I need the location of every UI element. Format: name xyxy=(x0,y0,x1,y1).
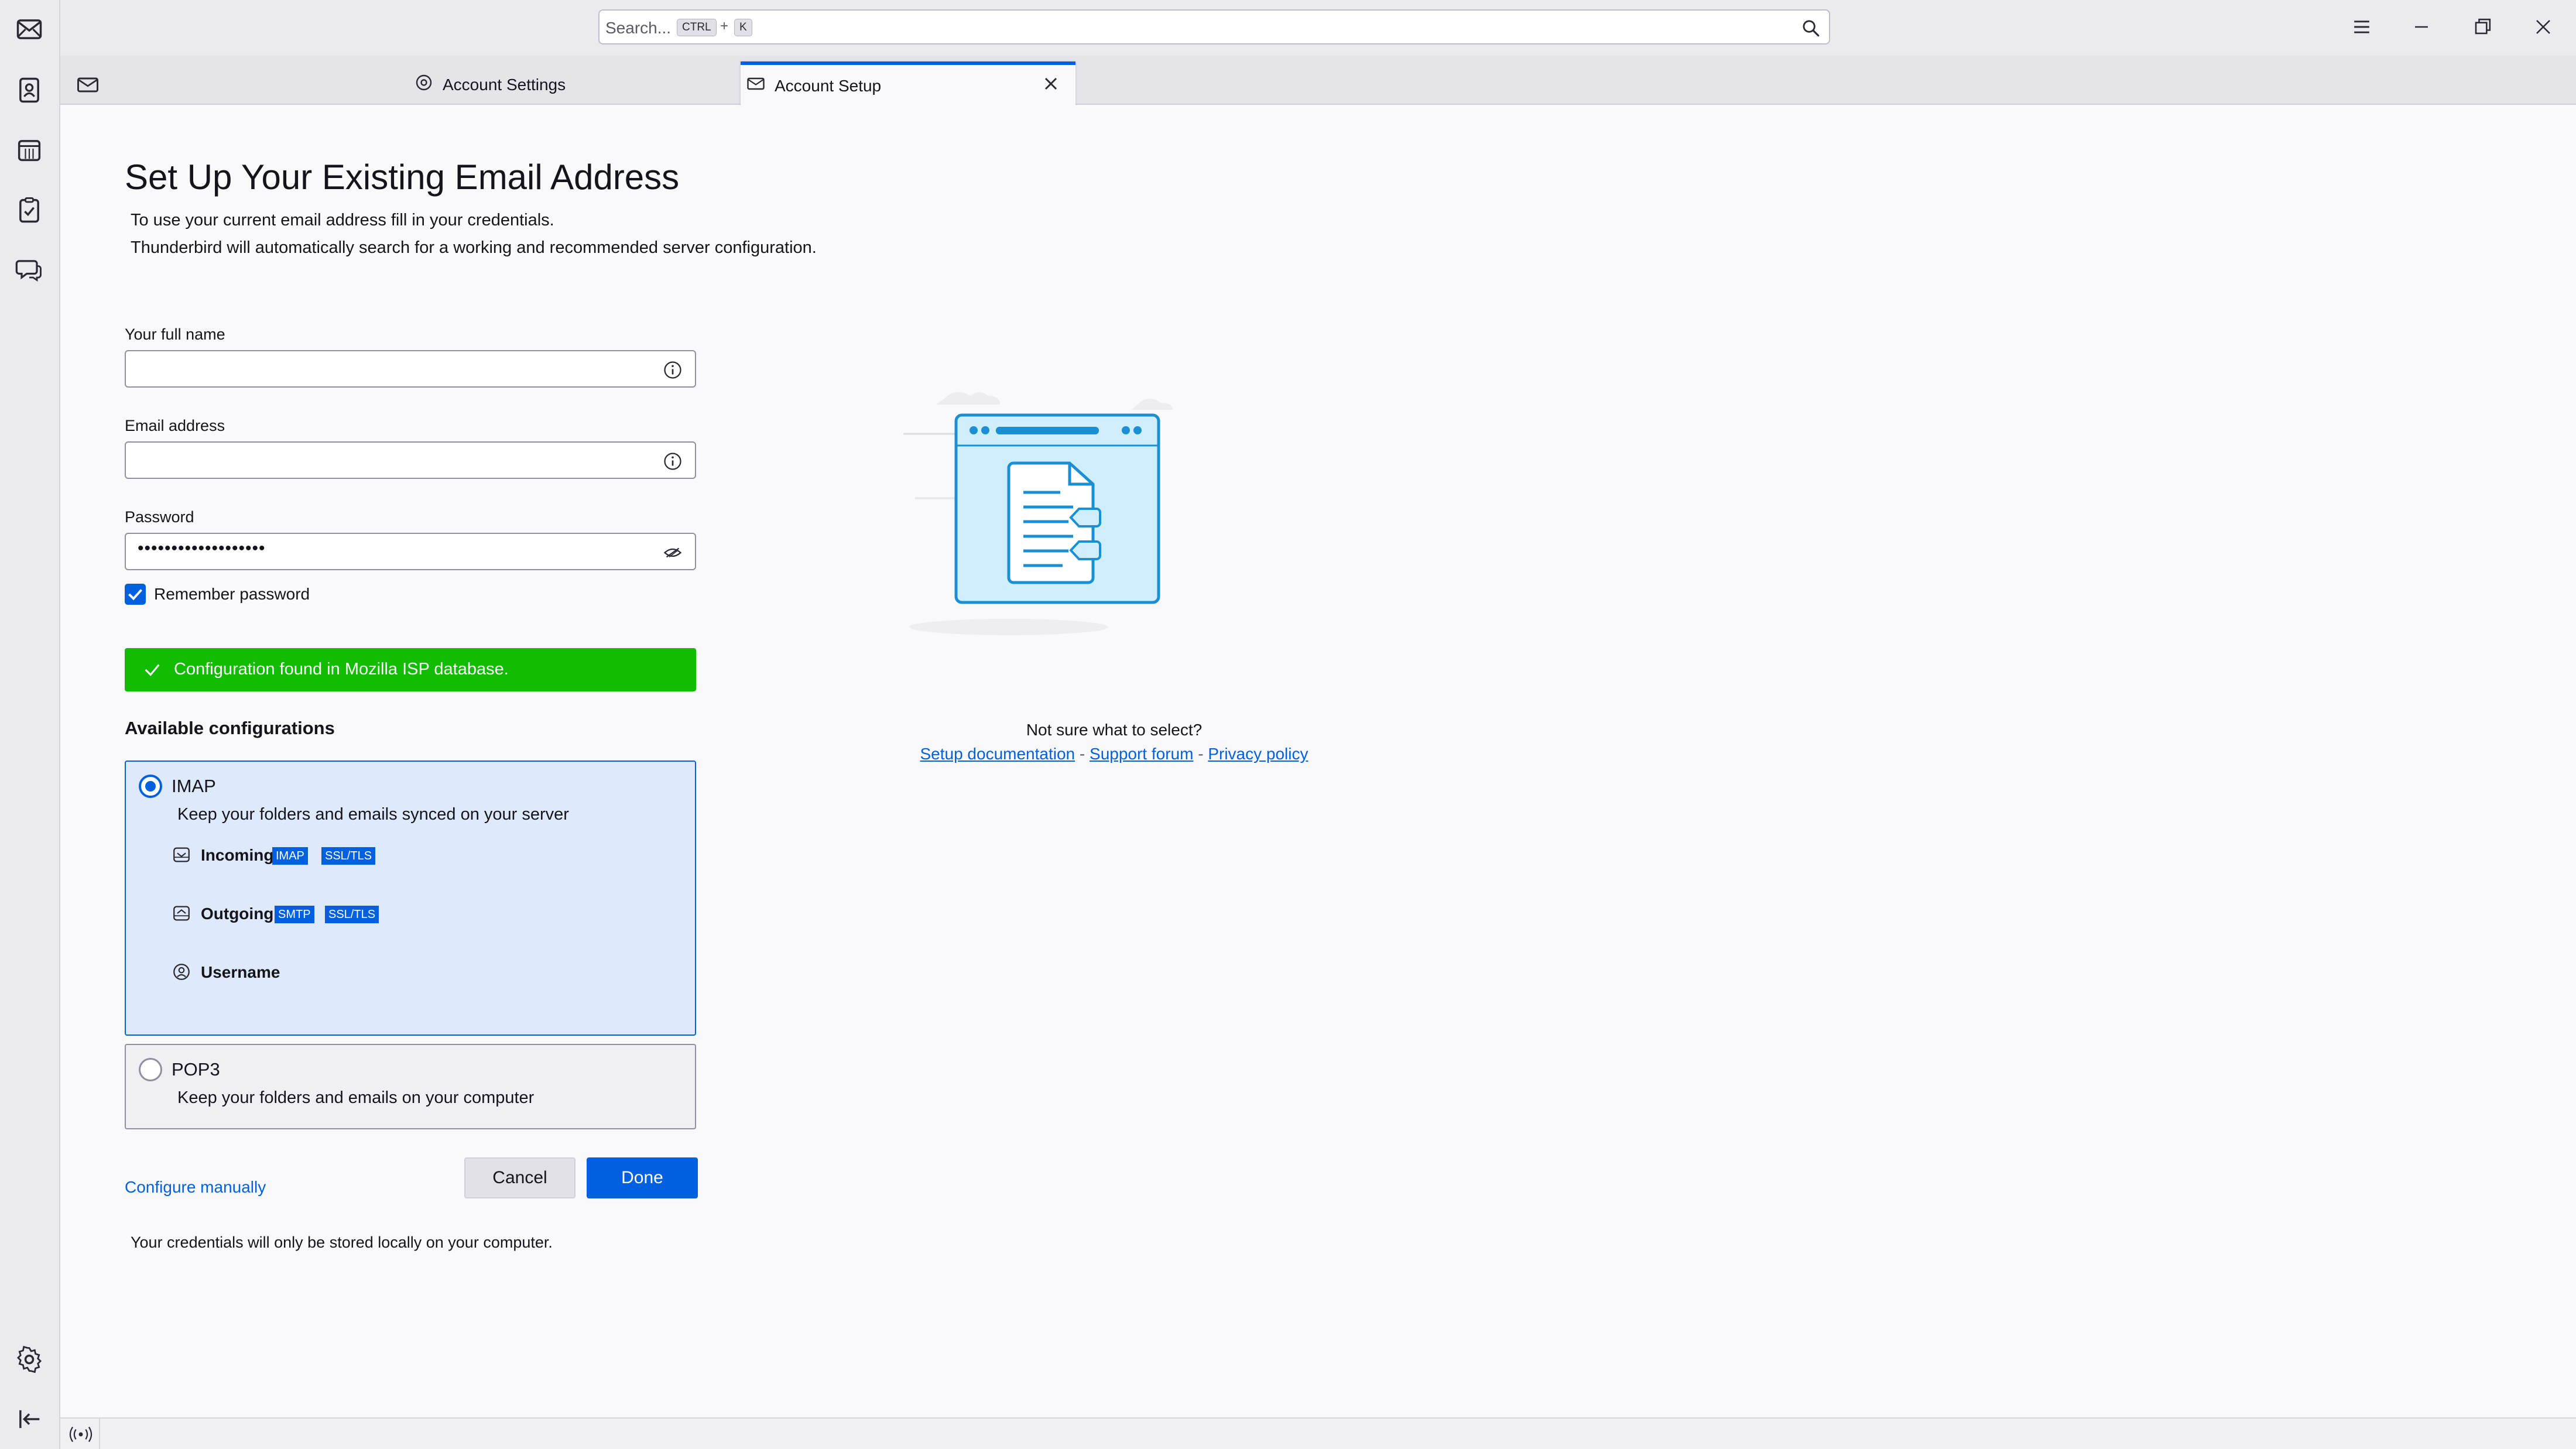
show-password-icon[interactable] xyxy=(662,542,683,563)
tab-account-setup[interactable]: Account Setup xyxy=(741,61,1075,106)
pop3-config-option[interactable]: POP3 Keep your folders and emails on you… xyxy=(125,1044,696,1129)
help-links: Setup documentation - Support forum - Pr… xyxy=(862,745,1366,763)
password-field[interactable]: ••••••••••••••••••• xyxy=(125,533,696,570)
info-icon[interactable] xyxy=(662,359,683,381)
tab-label: Account Settings xyxy=(443,76,566,94)
checkmark-icon xyxy=(128,589,142,601)
account-setup-content: Set Up Your Existing Email Address To us… xyxy=(60,106,2576,1417)
close-tab-icon[interactable] xyxy=(1040,73,1061,94)
intro-text-line1: To use your current email address fill i… xyxy=(131,211,554,229)
incoming-row: Incoming IMAP SSL/TLS xyxy=(172,844,464,867)
settings-icon[interactable] xyxy=(14,1344,44,1375)
collapse-toolbar-icon[interactable] xyxy=(14,1404,44,1434)
imap-name: IMAP xyxy=(172,776,216,796)
status-bar xyxy=(60,1417,2576,1449)
tab-bar: Account Settings Account Setup xyxy=(60,56,2576,106)
restore-icon[interactable] xyxy=(2469,14,2495,40)
outgoing-label: Outgoing xyxy=(201,905,274,923)
user-icon xyxy=(173,964,190,980)
account-setup-illustration xyxy=(903,392,1173,635)
close-window-icon[interactable] xyxy=(2530,14,2556,40)
outgoing-protocol-badge: SMTP xyxy=(275,906,314,923)
done-button[interactable]: Done xyxy=(587,1157,698,1198)
link-separator: - xyxy=(1075,745,1090,763)
tab-account-settings[interactable]: Account Settings xyxy=(409,64,789,106)
support-forum-link[interactable]: Support forum xyxy=(1090,745,1193,763)
username-label: Username xyxy=(201,963,280,981)
cancel-button[interactable]: Cancel xyxy=(464,1157,576,1198)
gear-icon xyxy=(416,74,432,91)
password-value: ••••••••••••••••••• xyxy=(138,539,266,558)
app-menu-icon[interactable] xyxy=(2349,14,2375,40)
tasks-icon[interactable] xyxy=(14,195,44,225)
imap-config-option[interactable]: IMAP Keep your folders and emails synced… xyxy=(125,761,696,1036)
address-book-icon[interactable] xyxy=(14,75,44,105)
incoming-security-badge: SSL/TLS xyxy=(321,847,376,865)
credentials-note: Your credentials will only be stored loc… xyxy=(131,1234,553,1251)
username-row: Username xyxy=(172,961,406,984)
config-found-status: Configuration found in Mozilla ISP datab… xyxy=(125,648,696,691)
spaces-toolbar xyxy=(0,0,60,1449)
incoming-protocol-badge: IMAP xyxy=(272,847,308,865)
privacy-policy-link[interactable]: Privacy policy xyxy=(1208,745,1308,763)
online-status-icon[interactable] xyxy=(66,1424,95,1444)
minimize-icon[interactable] xyxy=(2409,14,2434,40)
fullname-field[interactable] xyxy=(125,350,696,388)
chat-icon[interactable] xyxy=(14,255,44,285)
tab-label: Account Setup xyxy=(775,77,882,95)
imap-description: Keep your folders and emails synced on y… xyxy=(177,805,569,824)
search-input[interactable]: Search... CTRL + K xyxy=(598,9,1830,44)
shortcut-plus: + xyxy=(720,18,729,34)
search-placeholder: Search... xyxy=(605,19,672,37)
status-divider xyxy=(99,1419,100,1449)
setup-documentation-link[interactable]: Setup documentation xyxy=(920,745,1075,763)
fullname-label: Your full name xyxy=(125,326,225,343)
title-bar: Search... CTRL + K xyxy=(0,0,2576,56)
remember-password-label: Remember password xyxy=(154,585,310,603)
incoming-server-icon xyxy=(173,847,190,862)
available-configurations-title: Available configurations xyxy=(125,718,335,738)
pop3-radio[interactable] xyxy=(139,1058,162,1081)
configure-manually-link[interactable]: Configure manually xyxy=(125,1178,266,1197)
calendar-icon[interactable] xyxy=(14,135,44,165)
pop3-description: Keep your folders and emails on your com… xyxy=(177,1088,535,1107)
info-icon[interactable] xyxy=(662,451,683,472)
help-question: Not sure what to select? xyxy=(1026,721,1203,739)
outgoing-row: Outgoing SMTP SSL/TLS xyxy=(172,902,464,926)
incoming-label: Incoming xyxy=(201,846,274,864)
outgoing-security-badge: SSL/TLS xyxy=(325,906,379,923)
link-separator: - xyxy=(1193,745,1208,763)
remember-password-checkbox[interactable] xyxy=(125,584,146,605)
shortcut-key-k: K xyxy=(734,19,752,36)
mail-icon[interactable] xyxy=(14,14,44,44)
email-label: Email address xyxy=(125,417,225,434)
page-title: Set Up Your Existing Email Address xyxy=(125,157,680,197)
imap-radio[interactable] xyxy=(139,775,162,798)
password-label: Password xyxy=(125,508,194,526)
shortcut-key-ctrl: CTRL xyxy=(677,19,717,36)
checkmark-icon xyxy=(145,664,160,676)
status-message: Configuration found in Mozilla ISP datab… xyxy=(174,660,509,679)
mail-home-tab-icon[interactable] xyxy=(75,72,101,98)
email-field[interactable] xyxy=(125,441,696,479)
intro-text-line2: Thunderbird will automatically search fo… xyxy=(131,238,817,257)
search-icon[interactable] xyxy=(1801,18,1821,38)
pop3-name: POP3 xyxy=(172,1059,220,1080)
outgoing-server-icon xyxy=(173,906,190,921)
mail-setup-icon xyxy=(747,77,765,90)
